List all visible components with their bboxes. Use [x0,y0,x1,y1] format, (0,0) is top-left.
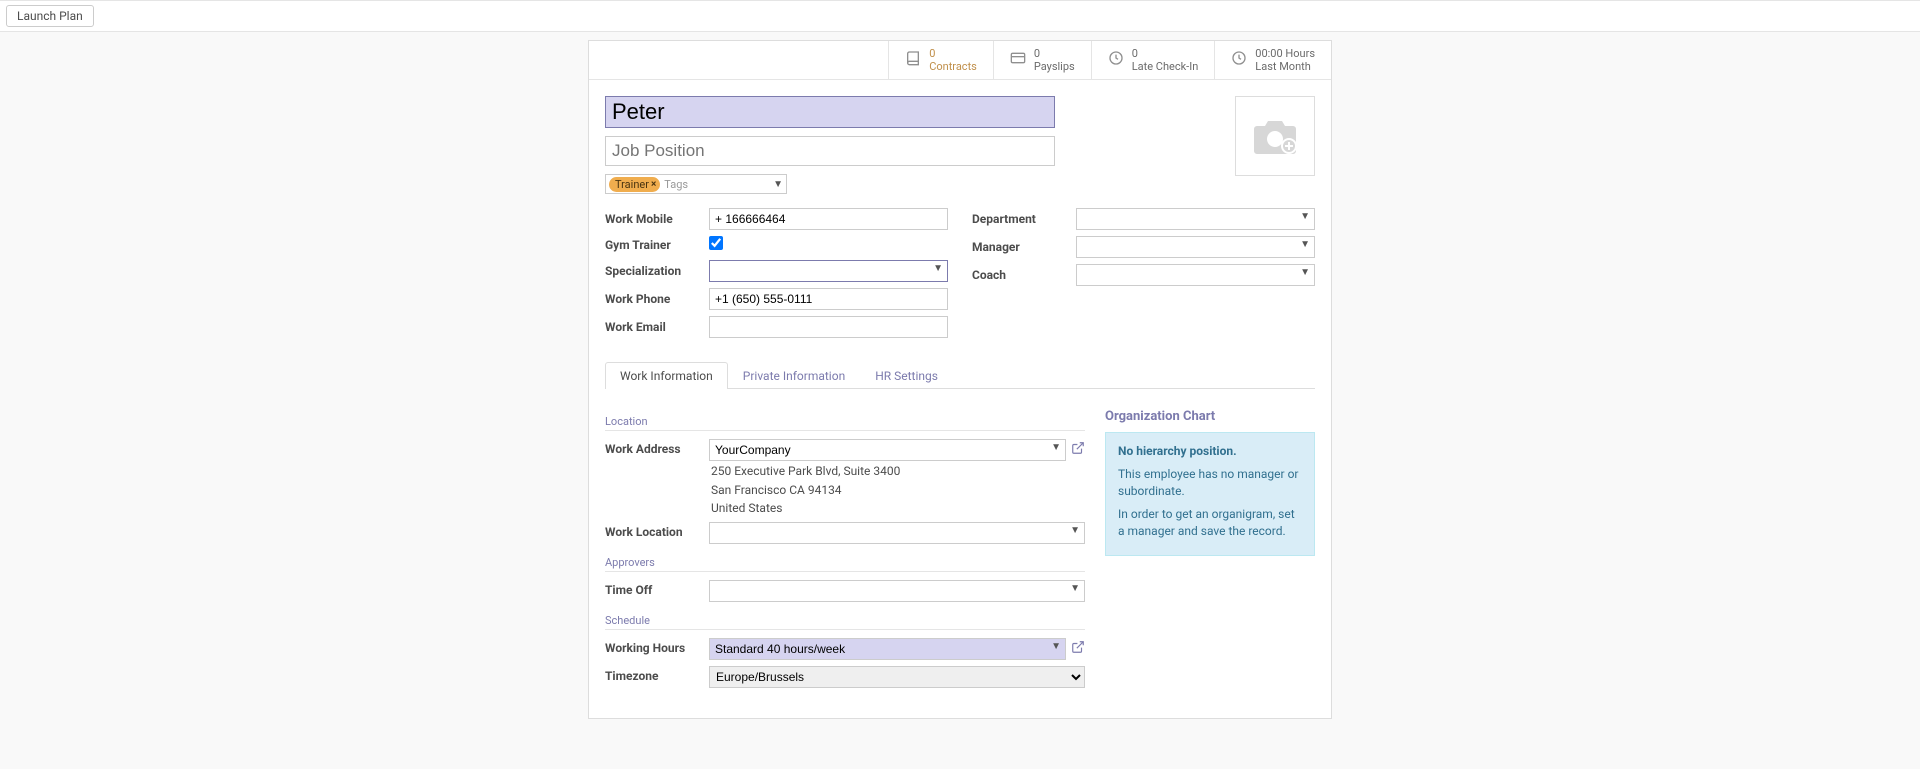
work-email-label: Work Email [605,320,709,334]
external-link-icon[interactable] [1071,441,1085,459]
stat-hours-num: 00:00 Hours [1255,47,1315,60]
work-location-input[interactable] [709,522,1085,544]
camera-icon [1251,116,1299,156]
chevron-down-icon[interactable]: ▼ [773,179,783,190]
tag-trainer: Trainer × [609,177,660,192]
manager-input[interactable] [1076,236,1315,258]
stat-hours[interactable]: 00:00 Hours Last Month [1214,41,1331,79]
job-position-input[interactable] [605,136,1055,166]
work-mobile-label: Work Mobile [605,212,709,226]
stat-contracts-label: Contracts [929,60,977,73]
work-phone-input[interactable] [709,288,948,310]
address-line2: San Francisco CA 94134 [711,482,1085,498]
avatar-upload[interactable] [1235,96,1315,176]
tab-hr-settings[interactable]: HR Settings [860,362,953,389]
clock-icon [1231,50,1247,70]
book-icon [905,50,921,70]
working-hours-input[interactable] [709,638,1066,660]
stat-late-label: Late Check-In [1132,60,1199,73]
work-email-input[interactable] [709,316,948,338]
org-alert-text2: In order to get an organigram, set a man… [1118,506,1302,540]
manager-label: Manager [972,240,1076,254]
stat-button-box: 0 Contracts 0 Payslips 0 Late Check-In [589,41,1331,80]
work-location-label: Work Location [605,522,709,539]
clock-icon [1108,50,1124,70]
external-link-icon[interactable] [1071,640,1085,658]
stat-contracts-num: 0 [929,47,977,60]
time-off-label: Time Off [605,580,709,597]
org-chart-title: Organization Chart [1105,409,1315,424]
org-alert-text1: This employee has no manager or subordin… [1118,466,1302,500]
coach-input[interactable] [1076,264,1315,286]
stat-payslips[interactable]: 0 Payslips [993,41,1091,79]
form-sheet: 0 Contracts 0 Payslips 0 Late Check-In [588,40,1332,719]
section-location: Location [605,415,1085,431]
stat-hours-label: Last Month [1255,60,1315,73]
timezone-label: Timezone [605,666,709,683]
address-line3: United States [711,500,1085,516]
card-icon [1010,50,1026,70]
work-phone-label: Work Phone [605,292,709,306]
org-chart-alert: No hierarchy position. This employee has… [1105,432,1315,556]
tags-input[interactable]: Trainer × Tags ▼ [605,174,787,194]
specialization-label: Specialization [605,264,709,278]
work-mobile-input[interactable] [709,208,948,230]
timezone-select[interactable]: Europe/Brussels [709,666,1085,688]
tag-label: Trainer [615,178,649,191]
address-line1: 250 Executive Park Blvd, Suite 3400 [711,463,1085,479]
tabs: Work Information Private Information HR … [605,362,1315,389]
work-address-label: Work Address [605,439,709,456]
stat-late-checkin[interactable]: 0 Late Check-In [1091,41,1215,79]
stat-late-num: 0 [1132,47,1199,60]
coach-label: Coach [972,268,1076,282]
org-alert-heading: No hierarchy position. [1118,443,1302,460]
tab-private-information[interactable]: Private Information [728,362,860,389]
department-input[interactable] [1076,208,1315,230]
department-label: Department [972,212,1076,226]
working-hours-label: Working Hours [605,638,709,655]
section-approvers: Approvers [605,556,1085,572]
gym-trainer-label: Gym Trainer [605,238,709,252]
specialization-input[interactable] [709,260,948,282]
stat-payslips-num: 0 [1034,47,1075,60]
employee-name-input[interactable] [605,96,1055,128]
tags-placeholder: Tags [664,178,769,191]
section-schedule: Schedule [605,614,1085,630]
time-off-input[interactable] [709,580,1085,602]
stat-contracts[interactable]: 0 Contracts [888,41,993,79]
stat-payslips-label: Payslips [1034,60,1075,73]
gym-trainer-checkbox[interactable] [709,236,723,250]
tag-remove-icon[interactable]: × [651,179,656,190]
launch-plan-button[interactable]: Launch Plan [6,5,94,27]
work-address-input[interactable] [709,439,1066,461]
tab-work-information[interactable]: Work Information [605,362,728,389]
